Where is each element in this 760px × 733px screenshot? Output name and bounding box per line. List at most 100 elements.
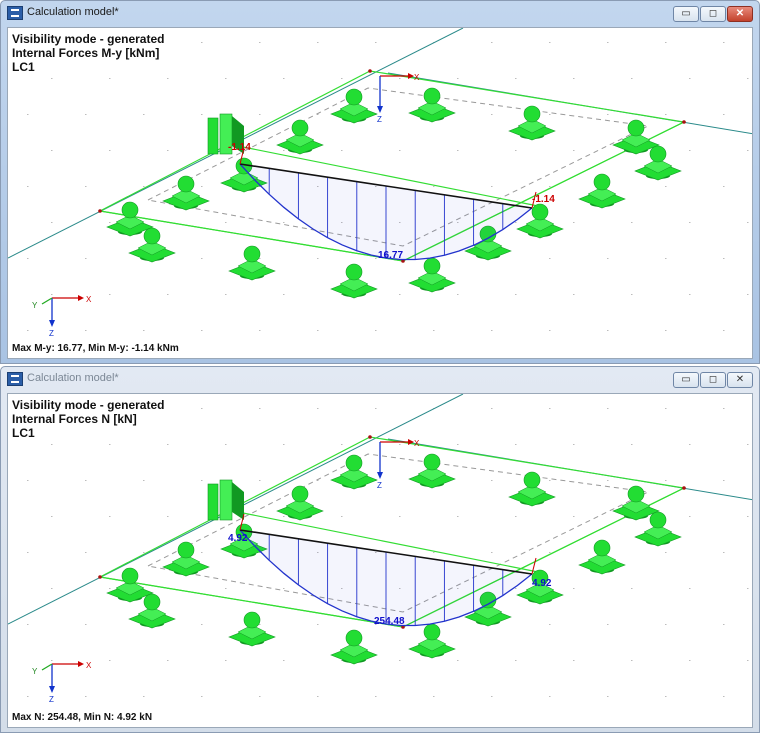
grid-dot xyxy=(341,150,343,151)
grid-dot xyxy=(51,294,53,295)
grid-dot xyxy=(225,294,227,295)
grid-dot xyxy=(607,696,609,697)
nodal-support-icon xyxy=(330,88,378,124)
grid-dot xyxy=(283,294,285,295)
grid-dot xyxy=(167,444,169,445)
support-hinge xyxy=(345,454,363,472)
3d-model-scene[interactable]: 4.924.92254.48XZXYZ xyxy=(8,394,753,728)
nodal-support-icon xyxy=(508,105,556,141)
window-title: Calculation model* xyxy=(27,6,119,18)
close-button[interactable]: ✕ xyxy=(727,372,753,388)
grid-dot xyxy=(573,150,575,151)
right-end-value-label: -1.14 xyxy=(532,194,555,205)
grid-dot xyxy=(259,258,261,259)
title-bar[interactable]: Calculation model* ▭ ◻ ✕ xyxy=(1,367,759,393)
support-hinge xyxy=(423,453,441,471)
grid-dot xyxy=(433,330,435,331)
node-point xyxy=(98,575,102,579)
grid-dot xyxy=(549,330,551,331)
grid-dot xyxy=(143,480,145,481)
grid-dot xyxy=(573,294,575,295)
grid-dot xyxy=(723,552,725,553)
grid-dot xyxy=(607,330,609,331)
close-button[interactable]: ✕ xyxy=(727,6,753,22)
nodal-support-icon xyxy=(330,629,378,665)
grid-dot xyxy=(631,222,633,223)
result-info: Visibility mode - generated Internal For… xyxy=(12,398,164,440)
3d-model-scene[interactable]: -1.14-1.1416.77XZXYZ xyxy=(8,28,753,359)
calculation-model-window-axial[interactable]: Calculation model* ▭ ◻ ✕ Visibility mode… xyxy=(0,366,760,733)
visibility-mode-text: Visibility mode - generated xyxy=(12,32,165,46)
grid-dot xyxy=(573,516,575,517)
grid-dot xyxy=(457,78,459,79)
node-point xyxy=(368,69,372,73)
grid-dot xyxy=(225,588,227,589)
grid-dot xyxy=(631,444,633,445)
support-hinge xyxy=(423,87,441,105)
left-end-value-label: -1.14 xyxy=(228,142,251,153)
grid-dot xyxy=(491,330,493,331)
x-axis-label: X xyxy=(414,439,420,448)
grid-dot xyxy=(201,408,203,409)
grid-dot xyxy=(491,408,493,409)
support-hinge xyxy=(523,471,541,489)
grid-dot xyxy=(27,624,29,625)
calculation-model-window-moment[interactable]: Calculation model* ▭ ◻ ✕ Visibility mode… xyxy=(0,0,760,364)
grid-dot xyxy=(515,516,517,517)
load-case-text: LC1 xyxy=(12,60,35,74)
maximize-button[interactable]: ◻ xyxy=(700,6,726,22)
grid-dot xyxy=(399,444,401,445)
coordinate-axes-icon: X Y Z xyxy=(32,295,92,338)
y-axis-label: Y xyxy=(32,301,38,310)
grid-dot xyxy=(225,222,227,223)
grid-dot xyxy=(491,42,493,43)
window-title: Calculation model* xyxy=(27,372,119,384)
grid-dot xyxy=(573,660,575,661)
grid-dot xyxy=(399,516,401,517)
grid-dot xyxy=(259,42,261,43)
grid-dot xyxy=(723,408,725,409)
maximize-button[interactable]: ◻ xyxy=(700,372,726,388)
grid-dot xyxy=(317,42,319,43)
grid-dot xyxy=(607,624,609,625)
title-bar[interactable]: Calculation model* ▭ ◻ ✕ xyxy=(1,1,759,27)
grid-dot xyxy=(85,258,87,259)
left-end-value-label: 4.92 xyxy=(228,533,248,544)
grid-dot xyxy=(689,660,691,661)
grid-dot xyxy=(143,696,145,697)
grid-dot xyxy=(51,150,53,151)
support-hinge xyxy=(627,485,645,503)
grid-dot xyxy=(631,588,633,589)
grid-dot xyxy=(85,696,87,697)
nodal-support-icon xyxy=(408,623,456,659)
z-axis-label: Z xyxy=(49,695,54,704)
grid-dot xyxy=(491,552,493,553)
model-viewport[interactable]: Visibility mode - generated Internal For… xyxy=(7,393,753,728)
grid-dot xyxy=(85,114,87,115)
grid-dot xyxy=(143,552,145,553)
grid-dot xyxy=(85,186,87,187)
grid-dot xyxy=(457,660,459,661)
grid-dot xyxy=(317,258,319,259)
support-plate xyxy=(207,483,219,521)
nodal-support-icon xyxy=(330,454,378,490)
support-hinge xyxy=(177,541,195,559)
grid-dot xyxy=(399,78,401,79)
model-viewport[interactable]: Visibility mode - generated Internal For… xyxy=(7,27,753,359)
nodal-support-icon xyxy=(276,119,324,155)
result-type-text: Internal Forces M-y [kNm] xyxy=(12,46,160,60)
result-info: Visibility mode - generated Internal For… xyxy=(12,32,164,74)
grid-dot xyxy=(665,258,667,259)
grid-dot xyxy=(723,480,725,481)
grid-dot xyxy=(665,186,667,187)
minimize-button[interactable]: ▭ xyxy=(673,372,699,388)
support-hinge xyxy=(627,119,645,137)
grid-dot xyxy=(723,258,725,259)
grid-dot xyxy=(27,696,29,697)
grid-dot xyxy=(747,222,749,223)
node-point xyxy=(682,120,686,124)
grid-dot xyxy=(259,408,261,409)
grid-dot xyxy=(85,552,87,553)
minimize-button[interactable]: ▭ xyxy=(673,6,699,22)
grid-dot xyxy=(341,78,343,79)
